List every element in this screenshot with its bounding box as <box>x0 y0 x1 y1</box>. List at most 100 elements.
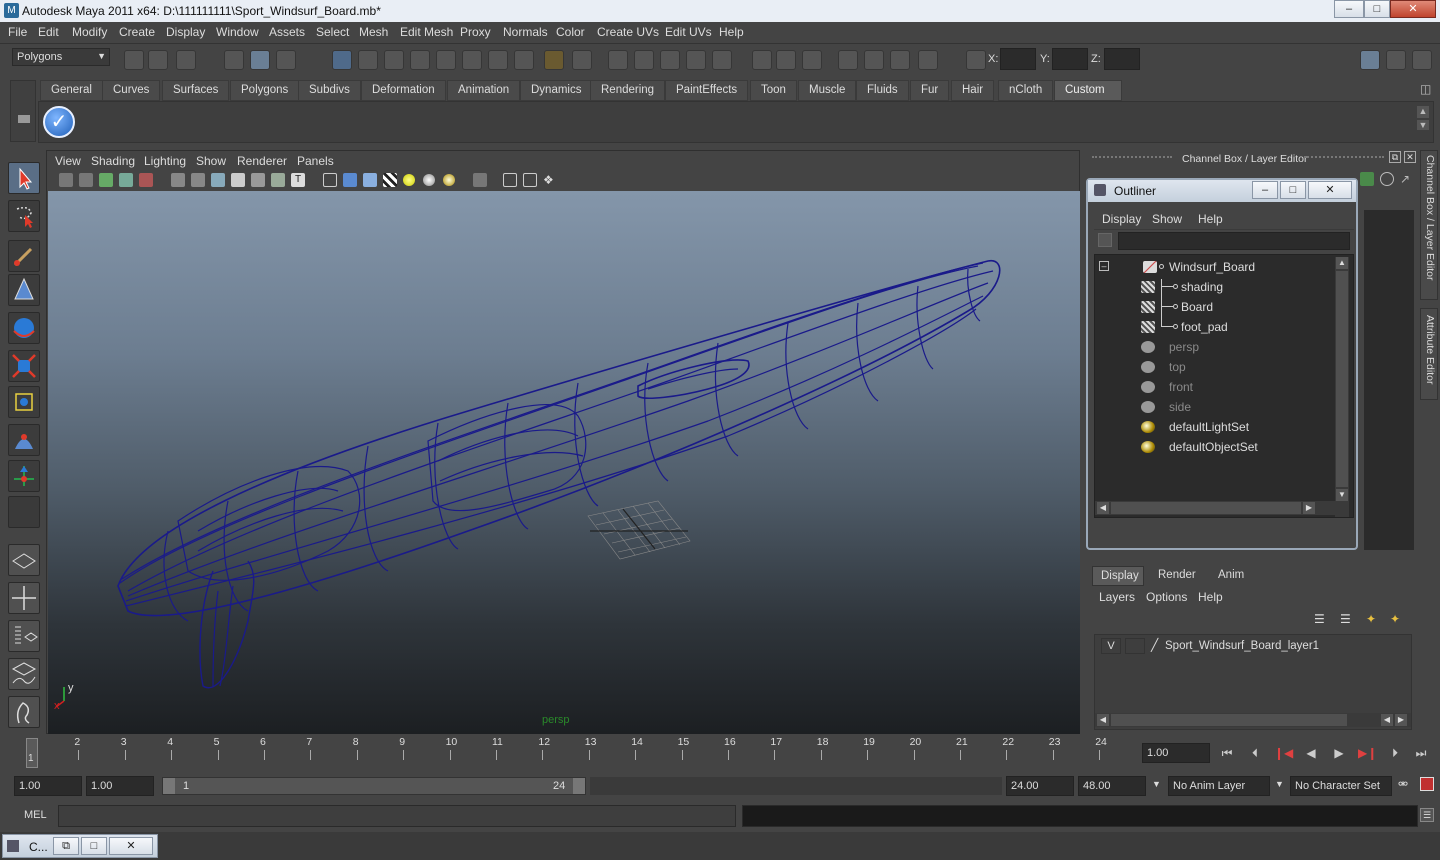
auto-key-toggle-icon[interactable] <box>1420 777 1434 791</box>
history-icon[interactable] <box>752 50 772 70</box>
shadows-icon[interactable] <box>443 174 455 186</box>
menu-normals[interactable]: Normals <box>503 25 548 39</box>
snap-curve-icon[interactable] <box>358 50 378 70</box>
layer-scroll-right-icon[interactable]: ▶ <box>1395 714 1407 726</box>
minimized-window[interactable]: C... ⧉ □ ✕ <box>2 834 158 858</box>
y-field[interactable] <box>1052 48 1088 70</box>
paint-select-tool-icon[interactable] <box>8 240 40 272</box>
outliner-vertical-scrollbar[interactable]: ▲ ▼ <box>1335 257 1349 517</box>
outliner-item-shading[interactable]: shading <box>1095 277 1331 297</box>
outliner-close-icon[interactable]: ✕ <box>1308 181 1352 199</box>
range-start-handle[interactable] <box>163 778 175 794</box>
outliner-item-board[interactable]: Board <box>1095 297 1331 317</box>
outliner-menu-show[interactable]: Show <box>1152 212 1182 226</box>
outliner-maximize-icon[interactable]: □ <box>1280 181 1306 199</box>
menu-edit-mesh[interactable]: Edit Mesh <box>400 25 453 39</box>
outliner-menu-display[interactable]: Display <box>1102 212 1141 226</box>
anim-layer-select[interactable]: No Anim Layer <box>1168 776 1270 796</box>
layer-visibility-toggle[interactable]: V <box>1101 638 1121 654</box>
checkmark-icon[interactable]: ✓ <box>43 106 75 138</box>
snap-to-curves-icon[interactable] <box>634 50 654 70</box>
minimize-icon[interactable]: – <box>1334 0 1364 18</box>
textured-icon[interactable] <box>383 173 397 187</box>
scroll-thumb[interactable] <box>1336 271 1348 487</box>
range-slider[interactable]: 1 24 <box>162 777 586 795</box>
new-layer-icon[interactable]: ✦ <box>1366 612 1382 628</box>
new-scene-icon[interactable] <box>124 50 144 70</box>
grid-icon[interactable] <box>171 173 185 187</box>
end-time-field[interactable]: 48.00 <box>1078 776 1146 796</box>
render-settings-icon[interactable] <box>918 50 938 70</box>
menu-display[interactable]: Display <box>166 25 205 39</box>
ipr-render-icon[interactable] <box>890 50 910 70</box>
outliner-item-default-object-set[interactable]: defaultObjectSet <box>1095 437 1331 457</box>
outliner-search-input[interactable] <box>1118 232 1350 250</box>
playback-start-field[interactable]: 1.00 <box>86 776 154 796</box>
menu-color[interactable]: Color <box>556 25 585 39</box>
select-component-icon[interactable] <box>276 50 296 70</box>
select-tool-icon[interactable] <box>8 162 40 194</box>
layer-menu-options[interactable]: Options <box>1146 590 1187 604</box>
toggle-channel-box-icon[interactable] <box>1360 50 1380 70</box>
outliner-horizontal-scrollbar[interactable]: ◀ ▶ <box>1095 501 1335 515</box>
playback-end-field[interactable]: 24.00 <box>1006 776 1074 796</box>
scroll-left-icon[interactable]: ◀ <box>1097 502 1109 514</box>
current-frame-marker[interactable]: 1 <box>26 738 38 768</box>
select-by-handle-icon[interactable] <box>462 50 482 70</box>
select-hierarchy-icon[interactable] <box>224 50 244 70</box>
auto-key-key-icon[interactable]: ⚮ <box>1398 777 1408 791</box>
menu-proxy[interactable]: Proxy <box>460 25 491 39</box>
xray-joints-icon[interactable] <box>523 173 537 187</box>
select-misc-icon[interactable] <box>514 50 534 70</box>
menu-create-uvs[interactable]: Create UVs <box>597 25 659 39</box>
move-layer-up-icon[interactable]: ☰ <box>1314 612 1330 628</box>
trash-icon[interactable]: ◫ <box>1420 82 1434 98</box>
scroll-thumb-horizontal[interactable] <box>1111 502 1301 514</box>
menu-help[interactable]: Help <box>719 25 744 39</box>
hypershade-layout-icon[interactable] <box>8 696 40 728</box>
viewport-menu-view[interactable]: View <box>55 154 81 168</box>
layer-tab-anim[interactable]: Anim <box>1210 566 1254 586</box>
menu-modify[interactable]: Modify <box>72 25 107 39</box>
minimized-close-icon[interactable]: ✕ <box>109 837 153 855</box>
time-slider[interactable]: 123456789101112131415161718192021222324 … <box>8 736 1142 770</box>
snap-plane-icon[interactable] <box>410 50 430 70</box>
lock-selection-icon[interactable] <box>544 50 564 70</box>
render-frame-icon[interactable] <box>864 50 884 70</box>
viewport-menu-show[interactable]: Show <box>196 154 226 168</box>
highlight-selection-icon[interactable] <box>572 50 592 70</box>
layer-menu-layers[interactable]: Layers <box>1099 590 1135 604</box>
image-plane-icon[interactable] <box>119 173 133 187</box>
mel-command-input[interactable] <box>58 805 736 827</box>
close-icon[interactable]: ✕ <box>1390 0 1436 18</box>
snap-surface-icon[interactable] <box>436 50 456 70</box>
menu-edit-uvs[interactable]: Edit UVs <box>665 25 712 39</box>
new-layer-from-selected-icon[interactable]: ✦ <box>1390 612 1406 628</box>
z-field[interactable] <box>1104 48 1140 70</box>
outliner-minimize-icon[interactable]: – <box>1252 181 1278 199</box>
soft-modification-tool-icon[interactable] <box>8 424 40 456</box>
script-editor-icon[interactable]: ☰ <box>1420 808 1434 822</box>
toggle-tool-settings-icon[interactable] <box>1412 50 1432 70</box>
shelf-tab-painteffects[interactable]: PaintEffects <box>665 80 749 101</box>
toggle-attribute-editor-icon[interactable] <box>1386 50 1406 70</box>
perspective-viewport[interactable]: y x persp <box>48 191 1080 734</box>
all-lights-icon[interactable] <box>423 174 435 186</box>
viewport-menu-panels[interactable]: Panels <box>297 154 334 168</box>
shelf-tab-polygons[interactable]: Polygons <box>230 80 300 101</box>
layer-row[interactable]: V ╱ Sport_Windsurf_Board_layer1 <box>1095 637 1411 657</box>
anim-layer-dropdown-icon[interactable]: ▼ <box>1152 779 1161 789</box>
shelf-tab-fur[interactable]: Fur <box>910 80 950 101</box>
range-end-handle[interactable] <box>573 778 585 794</box>
shelf-tab-subdivs[interactable]: Subdivs <box>298 80 361 101</box>
gate-mask-icon[interactable] <box>231 173 245 187</box>
close-panel-icon[interactable]: ✕ <box>1404 151 1416 163</box>
outliner-item-side[interactable]: side <box>1095 397 1331 417</box>
two-d-pan-zoom-icon[interactable] <box>139 173 153 187</box>
channel-manip-icon[interactable] <box>1380 172 1394 186</box>
shelf-tab-general[interactable]: General <box>40 80 103 101</box>
layer-scroll-thumb[interactable] <box>1111 714 1347 726</box>
start-time-field[interactable]: 1.00 <box>14 776 82 796</box>
layer-menu-help[interactable]: Help <box>1198 590 1223 604</box>
x-field[interactable] <box>1000 48 1036 70</box>
